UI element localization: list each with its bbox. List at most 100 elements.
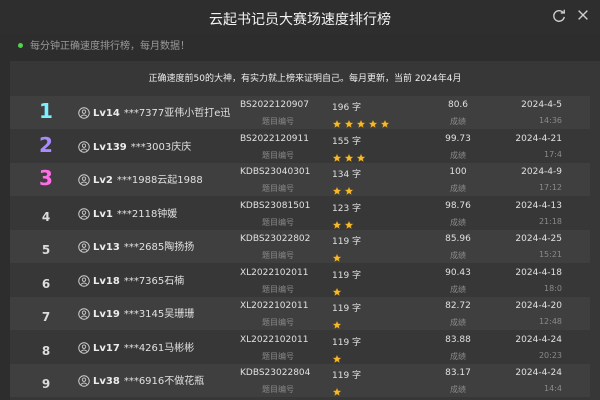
score-label: 成绩 <box>450 318 466 327</box>
question-code: BS2022120911 <box>240 133 309 144</box>
status-dot-icon <box>18 42 23 48</box>
question-code: KDBS23022802 <box>240 234 311 244</box>
record-time: 21:18 <box>538 216 562 226</box>
user-level: Lv38 <box>93 376 120 387</box>
star-rating <box>332 248 344 263</box>
user-name: ***3145吴珊珊 <box>123 309 195 320</box>
score-value: 82.72 <box>445 301 471 311</box>
table-row[interactable]: 5 Lv13 ***2685陶扬扬 KDBS23022802 题目编号 119 字 85.9… <box>10 230 590 263</box>
user-level: Lv17 <box>93 342 120 354</box>
user-info[interactable]: Lv13 ***2685陶扬扬 <box>78 238 194 253</box>
user-info[interactable]: Lv19 ***3145吴珊珊 <box>78 305 194 320</box>
user-icon <box>78 140 90 153</box>
star-icon <box>332 215 342 229</box>
star-rating <box>332 114 392 129</box>
question-code: KDBS23022804 <box>240 368 311 378</box>
record-time: 14:36 <box>538 116 562 125</box>
rank-number: 3 <box>39 166 53 190</box>
subtitle: 每分钟正确速度排行榜，每月数据！ <box>18 37 190 52</box>
user-level: Lv1 <box>93 208 113 220</box>
rank-number: 9 <box>41 377 51 391</box>
star-rating <box>332 215 356 229</box>
star-icon <box>332 382 342 397</box>
star-icon <box>344 215 354 229</box>
score-value: 85.96 <box>445 234 471 244</box>
table-row[interactable]: 6 Lv18 ***7365石楠 XL2022102011 题目编号 119 字 90.43… <box>10 264 590 297</box>
record-time: 18:0 <box>544 283 562 293</box>
table-row[interactable]: 8 Lv17 ***4261马彬彬 XL2022102011 题目编号 119 字 83.8… <box>10 331 590 364</box>
notice-text: 正确速度前50的大神，有实力就上榜来证明自己。每月更新，当前 2024年4月 <box>148 74 462 84</box>
star-rating <box>332 282 344 296</box>
star-rating <box>332 315 344 330</box>
record-time: 20:23 <box>538 350 562 360</box>
star-icon <box>332 315 342 330</box>
record-date: 2024-4-21 <box>515 133 562 144</box>
char-count: 196 字 <box>332 103 362 113</box>
char-count: 119 字 <box>332 371 362 381</box>
question-code: KDBS23040301 <box>240 167 311 177</box>
question-code: BS2022120907 <box>240 100 309 110</box>
char-count: 119 字 <box>332 337 362 348</box>
subtitle-text: 每分钟正确速度排行榜，每月数据！ <box>30 41 190 52</box>
user-info[interactable]: Lv18 ***7365石楠 <box>78 272 184 287</box>
char-count: 119 字 <box>332 237 362 247</box>
score-label: 成绩 <box>450 117 466 126</box>
star-icon <box>332 181 342 196</box>
question-code-label: 题目编号 <box>262 351 294 361</box>
score-label: 成绩 <box>450 184 466 193</box>
user-info[interactable]: Lv17 ***4261马彬彬 <box>78 339 194 354</box>
rank-number: 6 <box>41 276 51 291</box>
user-info[interactable]: Lv1 ***2118钟媛 <box>78 205 177 220</box>
score-label: 成绩 <box>450 251 466 260</box>
question-code-label: 题目编号 <box>262 117 294 126</box>
char-count: 123 字 <box>332 203 362 214</box>
record-time: 15:21 <box>538 250 562 259</box>
user-name: ***6916不做花瓶 <box>123 376 205 387</box>
star-rating <box>332 382 344 397</box>
table-row[interactable]: 7 Lv19 ***3145吴珊珊 XL2022102011 题目编号 119 字 82.7… <box>10 297 590 330</box>
user-info[interactable]: Lv14 ***7377亚伟小哲打e迅 <box>78 104 230 119</box>
star-icon <box>344 114 354 129</box>
record-time: 17:4 <box>544 149 562 159</box>
question-code-label: 题目编号 <box>262 318 294 327</box>
table-row[interactable]: 2 Lv139 ***3003庆庆 BS2022120911 题目编号 155 字 99.7… <box>10 130 590 163</box>
record-date: 2024-4-9 <box>521 167 562 177</box>
user-level: Lv139 <box>93 141 127 153</box>
record-date: 2024-4-18 <box>515 267 562 278</box>
user-level: Lv2 <box>93 175 113 186</box>
record-date: 2024-4-5 <box>521 100 562 110</box>
record-date: 2024-4-13 <box>515 200 562 211</box>
score-value: 99.73 <box>445 133 471 144</box>
table-row[interactable]: 1 Lv14 ***7377亚伟小哲打e迅 BS2022120907 题目编号 196 字… <box>10 96 590 129</box>
score-label: 成绩 <box>450 385 466 394</box>
user-info[interactable]: Lv139 ***3003庆庆 <box>78 138 191 153</box>
question-code: KDBS23081501 <box>240 200 311 211</box>
user-icon <box>78 341 90 354</box>
user-info[interactable]: Lv38 ***6916不做花瓶 <box>78 372 204 387</box>
star-icon <box>332 114 342 129</box>
question-code-label: 题目编号 <box>262 217 294 227</box>
question-code-label: 题目编号 <box>262 184 294 193</box>
score-label: 成绩 <box>450 150 466 160</box>
user-info[interactable]: Lv2 ***1988云起1988 <box>78 171 203 186</box>
table-row[interactable]: 9 Lv38 ***6916不做花瓶 KDBS23022804 题目编号 119 字 83.… <box>10 364 590 397</box>
user-icon <box>78 207 90 220</box>
user-name: ***1988云起1988 <box>116 175 203 186</box>
user-name: ***7377亚伟小哲打e迅 <box>123 108 231 119</box>
table-row[interactable]: 4 Lv1 ***2118钟媛 KDBS23081501 题目编号 123 字 98.76 成… <box>10 197 590 230</box>
user-icon <box>78 107 90 119</box>
score-value: 98.76 <box>445 200 471 211</box>
score-value: 90.43 <box>445 267 471 278</box>
user-name: ***3003庆庆 <box>130 141 192 153</box>
score-value: 83.17 <box>445 368 471 378</box>
user-icon <box>78 241 90 253</box>
star-icon <box>368 114 378 129</box>
close-icon[interactable] <box>576 8 590 22</box>
char-count: 134 字 <box>332 170 362 180</box>
question-code-label: 题目编号 <box>262 284 294 294</box>
refresh-icon[interactable] <box>552 9 566 23</box>
star-icon <box>356 148 366 162</box>
table-row[interactable]: 3 Lv2 ***1988云起1988 KDBS23040301 题目编号 134 字 10… <box>10 163 590 196</box>
score-value: 80.6 <box>447 100 469 110</box>
char-count: 119 字 <box>332 270 362 281</box>
